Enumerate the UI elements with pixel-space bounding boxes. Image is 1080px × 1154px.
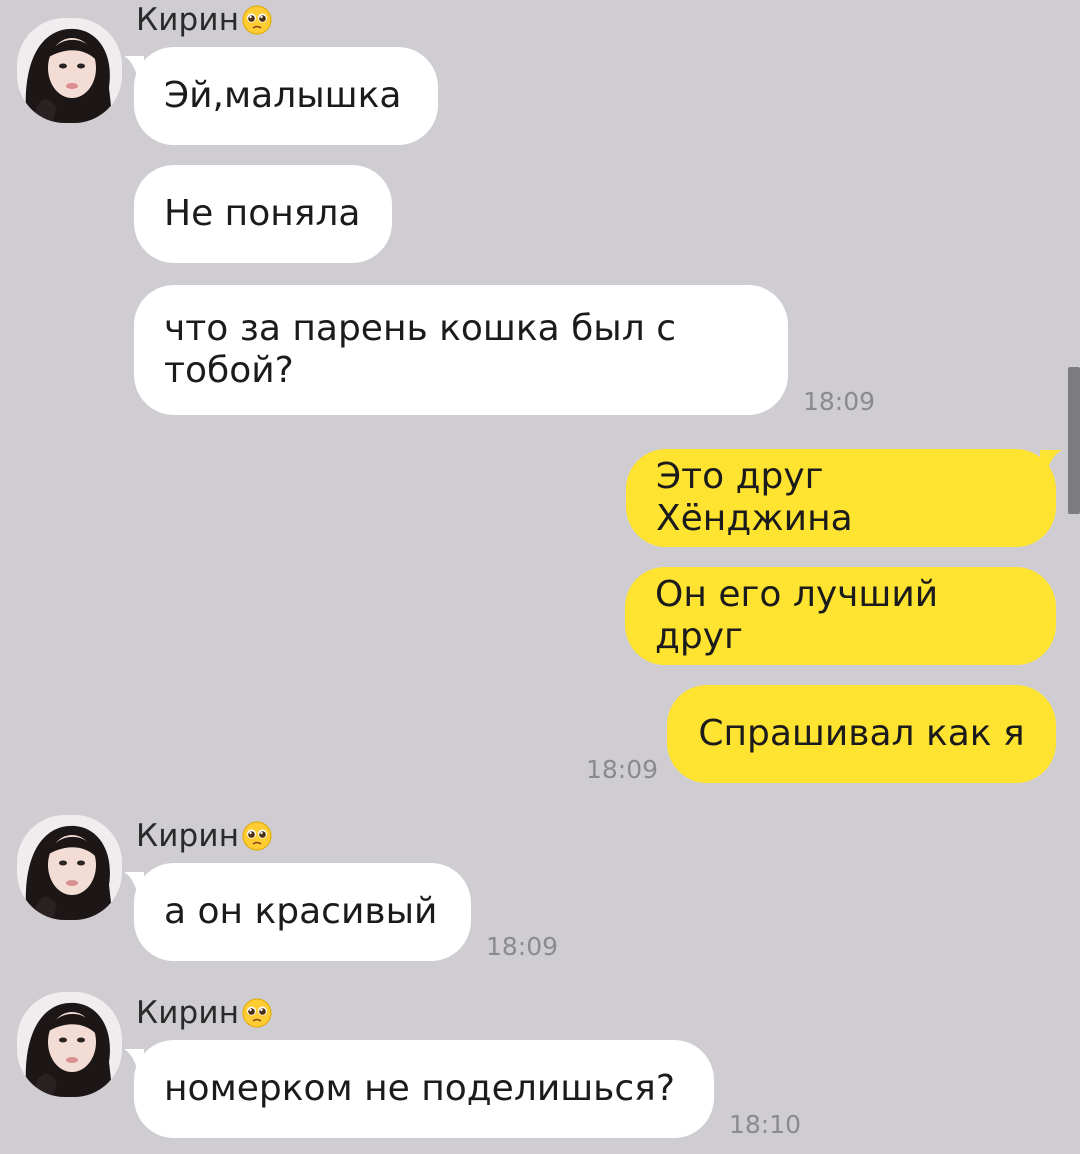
- pleading-face-icon: [242, 5, 272, 35]
- message-text: Эй,малышка: [164, 75, 402, 116]
- sender-name: Кирин: [136, 993, 273, 1033]
- message-text: Спрашивал как я: [698, 713, 1025, 754]
- outgoing-message-bubble[interactable]: Это друг Хёнджина: [626, 449, 1056, 547]
- message-text: номерком не поделишься?: [164, 1068, 675, 1109]
- message-timestamp: 18:10: [729, 1110, 802, 1139]
- pleading-face-icon: [242, 998, 272, 1028]
- incoming-message-bubble[interactable]: Эй,малышка: [134, 47, 438, 145]
- message-timestamp: 18:09: [586, 755, 659, 784]
- sender-name: Кирин: [136, 816, 273, 856]
- sender-name-text: Кирин: [136, 995, 240, 1031]
- sender-name-text: Кирин: [136, 818, 240, 854]
- message-text: Это друг Хёнджина: [656, 456, 853, 539]
- outgoing-message-bubble[interactable]: Он его лучший друг: [625, 567, 1056, 665]
- scrollbar-thumb[interactable]: [1068, 367, 1080, 514]
- message-text: Не поняла: [164, 193, 361, 234]
- contact-avatar[interactable]: [17, 18, 122, 123]
- message-text: а он красивый: [164, 891, 438, 932]
- outgoing-message-bubble[interactable]: Спрашивал как я: [667, 685, 1056, 783]
- incoming-message-bubble[interactable]: номерком не поделишься?: [134, 1040, 714, 1138]
- incoming-message-bubble[interactable]: Не поняла: [134, 165, 392, 263]
- incoming-message-bubble[interactable]: а он красивый: [134, 863, 471, 961]
- incoming-message-bubble[interactable]: что за парень кошка был с тобой?: [134, 285, 788, 415]
- message-timestamp: 18:09: [486, 932, 559, 961]
- message-text: что за парень кошка был с тобой?: [164, 308, 676, 391]
- pleading-face-icon: [242, 821, 272, 851]
- contact-avatar[interactable]: [17, 815, 122, 920]
- sender-name: Кирин: [136, 0, 273, 40]
- message-timestamp: 18:09: [803, 387, 876, 416]
- message-text: Он его лучший друг: [655, 574, 939, 657]
- sender-name-text: Кирин: [136, 2, 240, 38]
- contact-avatar[interactable]: [17, 992, 122, 1097]
